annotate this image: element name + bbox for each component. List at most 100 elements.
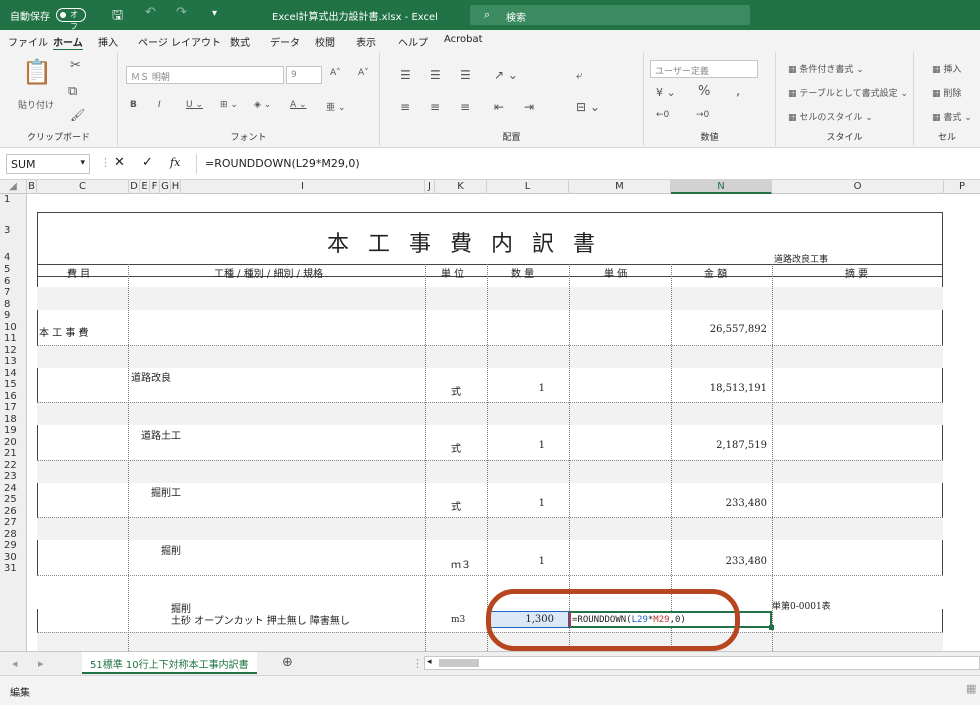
autosave-toggle[interactable]: オフ	[56, 8, 86, 31]
increase-decimal-icon[interactable]: ←0	[656, 110, 669, 120]
col-header-b[interactable]: B	[27, 180, 37, 194]
insert-function-icon[interactable]: fx	[170, 156, 180, 169]
worksheet[interactable]: 本 工 事 費 内 訳 書 道路改良工事 費 目 工種 / 種別 / 細別 / …	[27, 194, 980, 651]
col-header-o[interactable]: O	[772, 180, 944, 194]
row-header[interactable]: 23	[0, 471, 27, 482]
row-header[interactable]: 20	[0, 437, 27, 448]
align-middle-icon[interactable]: ☰	[430, 68, 441, 82]
row-header[interactable]: 25	[0, 494, 27, 505]
currency-icon[interactable]: ¥ ⌄	[656, 86, 676, 99]
phonetic-icon[interactable]: 亜 ⌄	[326, 100, 345, 113]
col-header-l[interactable]: L	[487, 180, 569, 194]
format-painter-icon[interactable]: 🖌	[70, 108, 85, 122]
tab-acrobat[interactable]: Acrobat	[444, 34, 483, 45]
col-header-p[interactable]: P	[944, 180, 980, 194]
row-header[interactable]: 17	[0, 402, 27, 413]
conditional-format-button[interactable]: ▦ 条件付き書式 ⌄	[788, 62, 864, 75]
name-box-dropdown-icon[interactable]: ▾	[80, 158, 85, 168]
tab-data[interactable]: データ	[270, 34, 300, 49]
wrap-text-icon[interactable]: ⤶	[576, 68, 583, 83]
row-header[interactable]: 1	[0, 194, 27, 205]
formula-input[interactable]: =ROUNDDOWN(L29*M29,0)	[196, 154, 976, 174]
sheet-tab-active[interactable]: 51標準 10行上下対称本工事内訳書	[82, 652, 257, 674]
indent-increase-icon[interactable]: ⇥	[524, 100, 534, 114]
row-header[interactable]: 19	[0, 425, 27, 436]
fill-color-icon[interactable]: ◈ ⌄	[254, 100, 271, 110]
col-header-n[interactable]: N	[671, 180, 772, 194]
indent-decrease-icon[interactable]: ⇤	[494, 100, 504, 114]
comma-icon[interactable]: ,	[736, 84, 740, 99]
font-shrink-icon[interactable]: A˅	[358, 68, 369, 78]
normal-view-icon[interactable]: ▦	[966, 682, 976, 695]
percent-icon[interactable]: %	[698, 84, 710, 99]
align-left-icon[interactable]: ≡	[400, 100, 410, 114]
align-right-icon[interactable]: ≡	[460, 100, 470, 114]
row-header[interactable]: 6	[0, 276, 27, 287]
orientation-icon[interactable]: ↗ ⌄	[494, 68, 518, 82]
copy-icon[interactable]: ⧉	[68, 84, 77, 99]
insert-cells-button[interactable]: ▦ 挿入	[932, 62, 961, 75]
align-top-icon[interactable]: ☰	[400, 68, 411, 82]
row-header[interactable]: 9	[0, 310, 27, 321]
row-header[interactable]: 13	[0, 356, 27, 367]
row-header[interactable]: 7	[0, 287, 27, 298]
col-header-j[interactable]: J	[425, 180, 435, 194]
col-header-d[interactable]: D	[129, 180, 140, 194]
tab-view[interactable]: 表示	[356, 34, 376, 49]
tab-review[interactable]: 校閲	[315, 34, 335, 49]
row-header[interactable]: 15	[0, 379, 27, 390]
tab-home[interactable]: ホーム	[53, 34, 83, 51]
col-header-g[interactable]: G	[160, 180, 171, 194]
italic-icon[interactable]: I	[158, 100, 161, 110]
decrease-decimal-icon[interactable]: →0	[696, 110, 709, 120]
tab-insert[interactable]: 挿入	[98, 34, 118, 49]
select-all-corner[interactable]: ◢	[0, 180, 27, 194]
merge-center-icon[interactable]: ⊟ ⌄	[576, 100, 600, 114]
tab-file[interactable]: ファイル	[8, 34, 48, 49]
tab-help[interactable]: ヘルプ	[398, 34, 428, 49]
cut-icon[interactable]: ✂	[70, 58, 81, 73]
cell-styles-button[interactable]: ▦ セルのスタイル ⌄	[788, 110, 873, 123]
fill-handle[interactable]	[769, 625, 774, 630]
row-header[interactable]: 31	[0, 563, 27, 574]
enter-icon[interactable]: ✓	[142, 155, 153, 170]
save-icon[interactable]: 🖫	[112, 6, 123, 28]
row-header[interactable]: 27	[0, 517, 27, 528]
row-header[interactable]: 5	[0, 264, 27, 275]
row-header[interactable]: 12	[0, 345, 27, 356]
col-header-c[interactable]: C	[37, 180, 129, 194]
border-icon[interactable]: ⊞ ⌄	[220, 100, 238, 110]
paste-label[interactable]: 貼り付け	[18, 98, 54, 111]
scroll-thumb[interactable]	[439, 659, 479, 667]
bold-icon[interactable]: B	[130, 100, 137, 110]
prev-sheet-icon[interactable]: ◂	[12, 657, 18, 670]
customize-qat-icon[interactable]: ▾	[212, 8, 217, 19]
format-as-table-button[interactable]: ▦ テーブルとして書式設定 ⌄	[788, 86, 908, 99]
name-box[interactable]: SUM ▾	[6, 154, 90, 174]
horizontal-scrollbar[interactable]: ◂	[424, 656, 980, 670]
paste-icon[interactable]: 📋	[22, 58, 52, 86]
cancel-icon[interactable]: ✕	[114, 155, 125, 170]
align-bottom-icon[interactable]: ☰	[460, 68, 471, 82]
row-header[interactable]: 11	[0, 333, 27, 344]
font-color-icon[interactable]: A ⌄	[290, 100, 307, 110]
row-header[interactable]: 14	[0, 368, 27, 379]
underline-icon[interactable]: U ⌄	[186, 100, 203, 110]
row-header[interactable]: 4	[0, 252, 27, 263]
align-center-icon[interactable]: ≡	[430, 100, 440, 114]
col-header-m[interactable]: M	[569, 180, 671, 194]
row-header[interactable]: 10	[0, 322, 27, 333]
col-header-f[interactable]: F	[150, 180, 160, 194]
row-header[interactable]: 30	[0, 552, 27, 563]
font-name-select[interactable]: ＭＳ 明朝	[126, 66, 284, 84]
row-header[interactable]: 8	[0, 299, 27, 310]
tab-page-layout[interactable]: ページ レイアウト	[138, 34, 221, 49]
row-header[interactable]: 22	[0, 460, 27, 471]
col-header-i[interactable]: I	[181, 180, 425, 194]
undo-icon[interactable]: ↶	[145, 5, 156, 20]
row-header[interactable]: 3	[0, 224, 27, 238]
delete-cells-button[interactable]: ▦ 削除	[932, 86, 961, 99]
tab-split-grip-icon[interactable]: ⋮	[412, 657, 423, 670]
search-box[interactable]: ⌕ 検索	[470, 5, 750, 25]
row-header[interactable]: 24	[0, 483, 27, 494]
